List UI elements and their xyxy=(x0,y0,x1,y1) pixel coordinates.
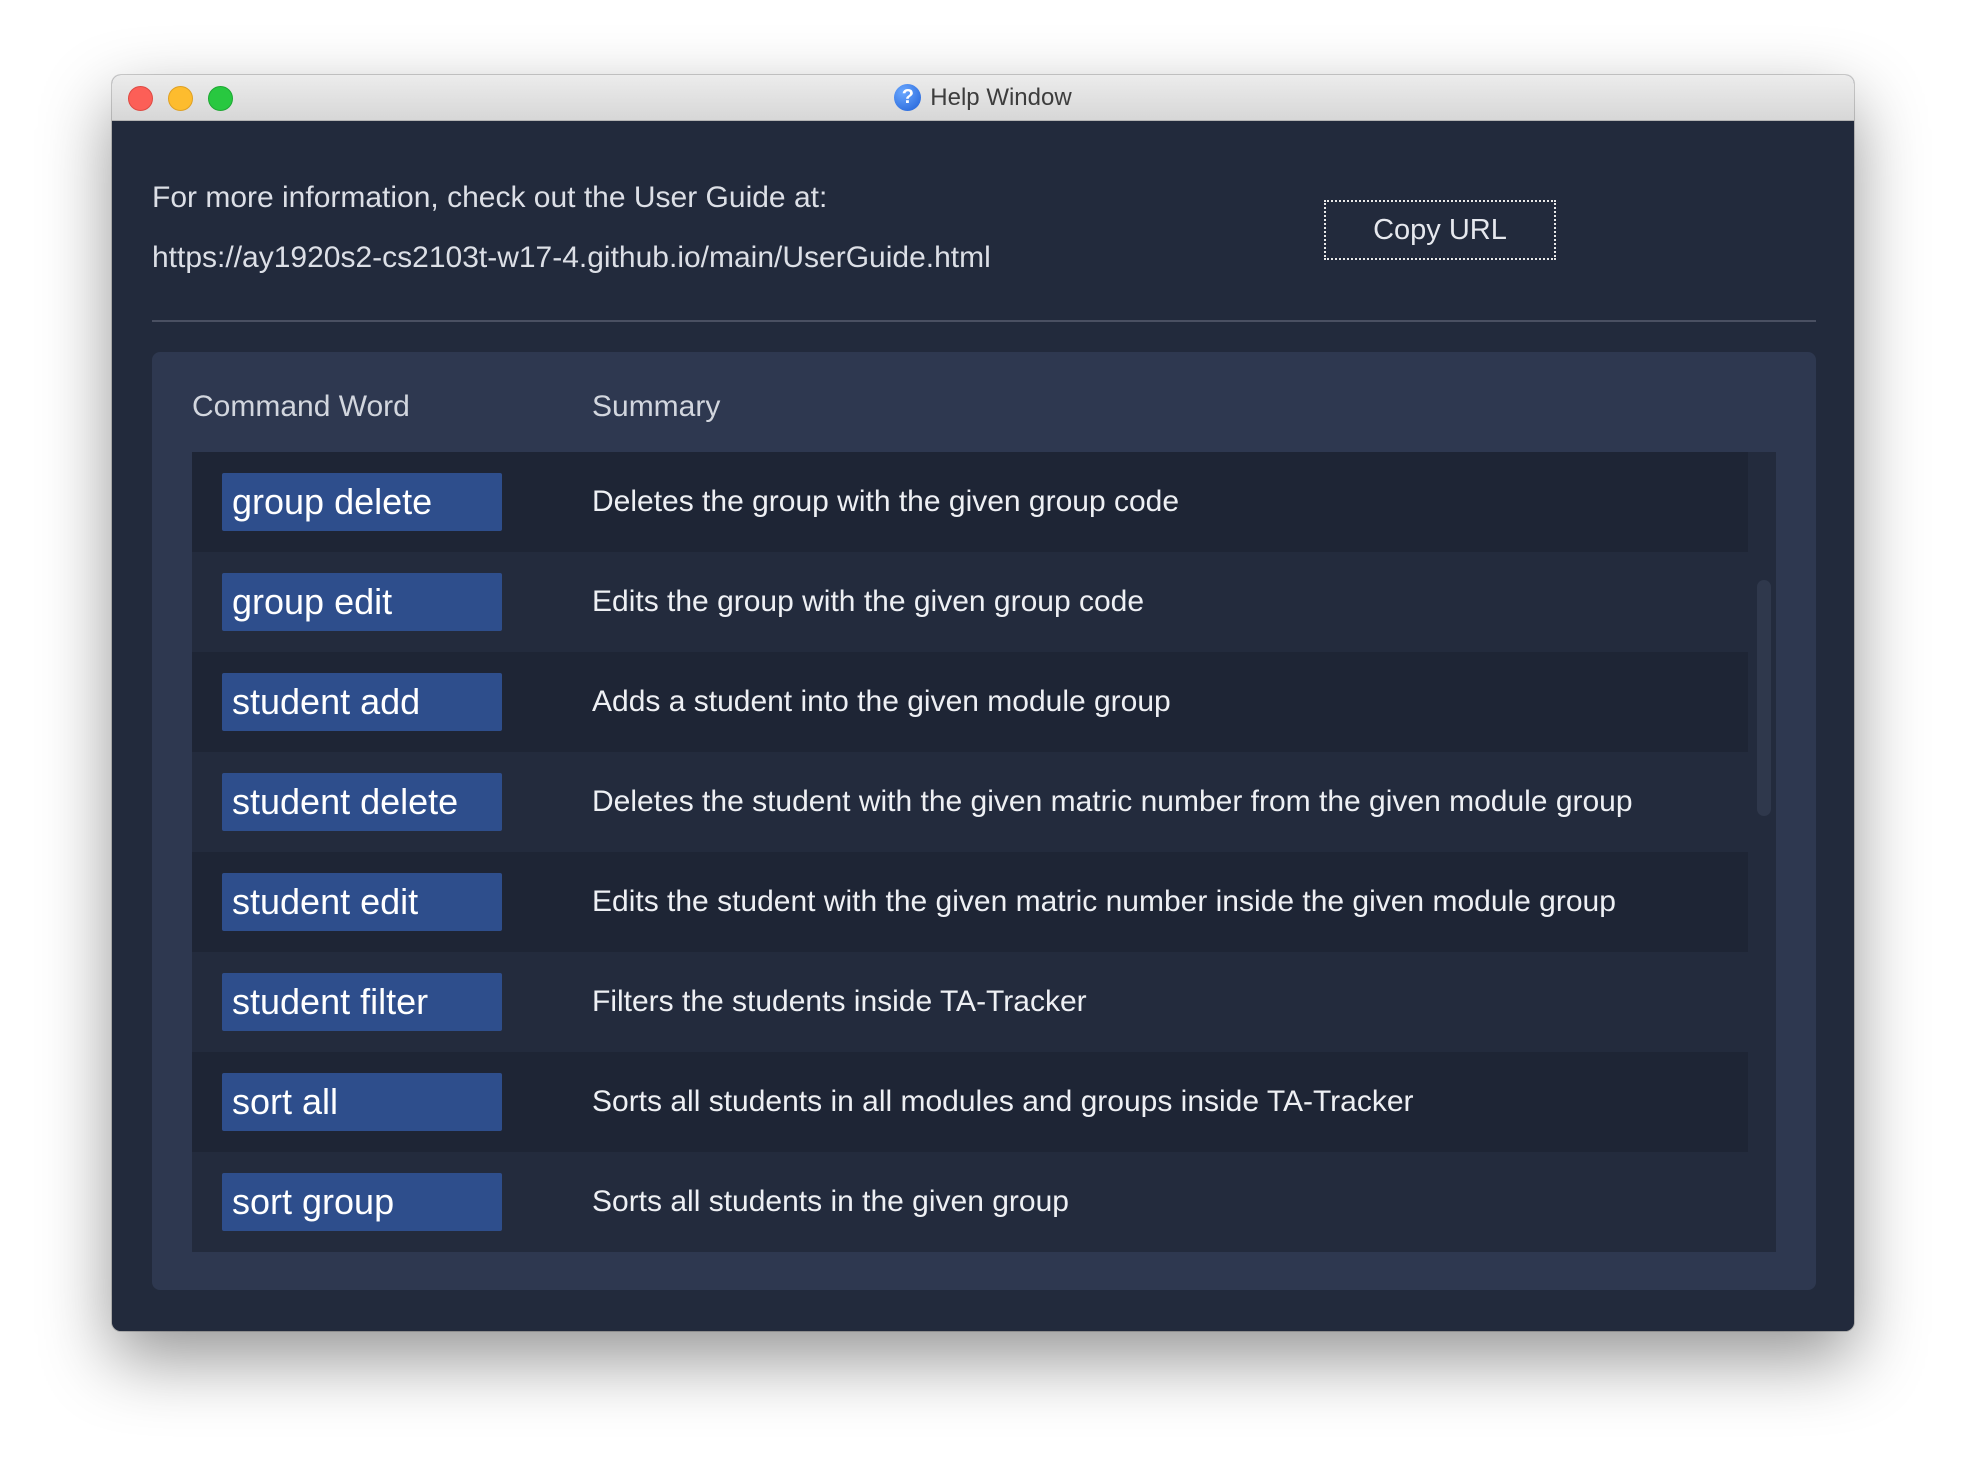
command-word-chip: sort group xyxy=(222,1173,502,1231)
window-title: Help Window xyxy=(930,83,1072,111)
command-summary: Sorts all students in all modules and gr… xyxy=(592,1085,1414,1118)
command-word-chip: group edit xyxy=(222,573,502,631)
command-summary: Deletes the group with the given group c… xyxy=(592,485,1180,518)
divider xyxy=(152,320,1816,322)
command-summary: Filters the students inside TA-Tracker xyxy=(592,985,1087,1018)
command-summary: Deletes the student with the given matri… xyxy=(592,785,1633,818)
command-word-chip: student add xyxy=(222,673,502,731)
command-list[interactable]: group delete Deletes the group with the … xyxy=(192,452,1776,1252)
command-summary: Edits the student with the given matric … xyxy=(592,885,1616,918)
command-summary: Sorts all students in the given group xyxy=(592,1185,1069,1218)
command-word-chip: sort all xyxy=(222,1073,502,1131)
command-word-chip: student filter xyxy=(222,973,502,1031)
scrollbar-thumb[interactable] xyxy=(1757,580,1771,816)
command-word-chip: student edit xyxy=(222,873,502,931)
help-content: For more information, check out the User… xyxy=(112,121,1854,1331)
command-summary: Edits the group with the given group cod… xyxy=(592,585,1145,618)
copy-url-button[interactable]: Copy URL xyxy=(1324,200,1556,260)
window-title-group: ? Help Window xyxy=(112,75,1854,120)
command-table: Command Word Summary group delete Delete… xyxy=(152,352,1816,1290)
table-row[interactable]: group delete Deletes the group with the … xyxy=(192,452,1748,552)
table-row[interactable]: student edit Edits the student with the … xyxy=(192,852,1748,952)
column-header-summary: Summary xyxy=(592,390,721,423)
table-row[interactable]: student filter Filters the students insi… xyxy=(192,952,1748,1052)
column-header-command-word: Command Word xyxy=(192,390,410,423)
vertical-scrollbar[interactable] xyxy=(1752,452,1776,1252)
table-row[interactable]: student add Adds a student into the give… xyxy=(192,652,1748,752)
help-question-icon: ? xyxy=(894,84,922,111)
table-row[interactable]: group edit Edits the group with the give… xyxy=(192,552,1748,652)
user-guide-url: https://ay1920s2-cs2103t-w17-4.github.io… xyxy=(152,241,991,274)
table-row[interactable]: sort group Sorts all students in the giv… xyxy=(192,1152,1748,1252)
command-word-chip: student delete xyxy=(222,773,502,831)
table-row[interactable]: sort all Sorts all students in all modul… xyxy=(192,1052,1748,1152)
command-summary: Adds a student into the given module gro… xyxy=(592,685,1171,718)
title-bar: ? Help Window xyxy=(112,75,1854,121)
user-guide-info-text: For more information, check out the User… xyxy=(152,181,828,214)
help-window: ? Help Window For more information, chec… xyxy=(112,75,1854,1331)
table-row[interactable]: student delete Deletes the student with … xyxy=(192,752,1748,852)
command-word-chip: group delete xyxy=(222,473,502,531)
